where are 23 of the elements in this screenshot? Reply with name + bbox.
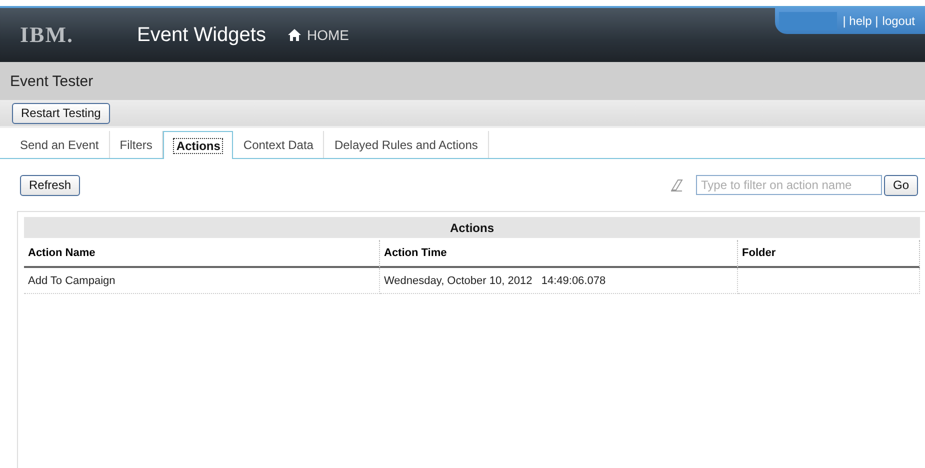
tab[interactable]: Actions <box>163 131 234 159</box>
user-link[interactable]: | help | <box>842 14 878 28</box>
tab[interactable]: Send an Event <box>10 131 110 158</box>
table-cell: Wednesday, October 10, 2012 14:49:06.078 <box>380 268 738 294</box>
redacted-username <box>778 12 837 30</box>
home-icon <box>288 29 301 41</box>
column-header: Action Name <box>24 240 380 268</box>
table-cell: Add To Campaign <box>24 268 380 294</box>
go-button[interactable]: Go <box>884 174 918 196</box>
filter-field[interactable]: Type to filter on action name <box>696 175 882 195</box>
app-title: Event Widgets <box>137 24 266 46</box>
column-header: Action Time <box>380 240 738 268</box>
table-title: Actions <box>24 217 920 238</box>
page-title: Event Tester <box>10 72 94 90</box>
logo: IBM. <box>20 22 74 48</box>
tab[interactable]: Context Data <box>233 131 324 158</box>
refresh-button[interactable]: Refresh <box>20 174 80 196</box>
eraser-icon <box>670 178 684 192</box>
home-link[interactable]: HOME <box>288 27 349 43</box>
restart-testing-button[interactable]: Restart Testing <box>12 102 110 124</box>
user-link[interactable]: logout <box>882 14 915 28</box>
column-header: Folder <box>738 240 920 268</box>
tab[interactable]: Delayed Rules and Actions <box>324 131 489 158</box>
